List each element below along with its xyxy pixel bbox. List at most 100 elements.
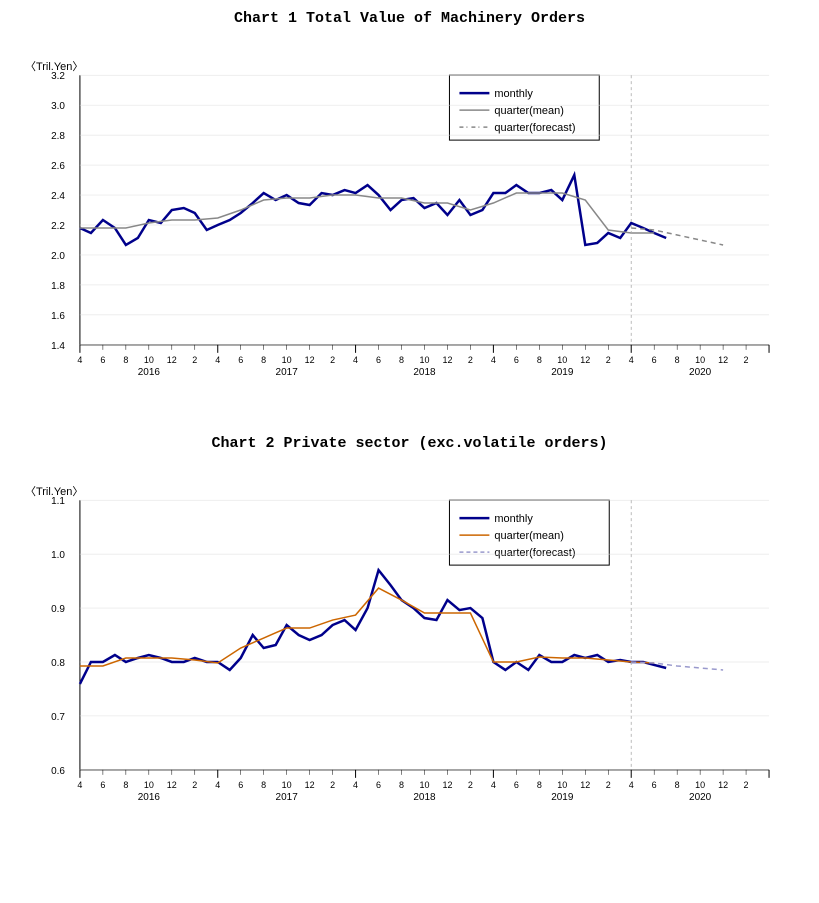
- svg-text:4: 4: [77, 355, 82, 365]
- svg-text:8: 8: [123, 355, 128, 365]
- svg-text:1.4: 1.4: [51, 341, 65, 352]
- svg-text:12: 12: [580, 780, 590, 790]
- svg-text:2018: 2018: [413, 367, 436, 378]
- svg-text:12: 12: [305, 355, 315, 365]
- svg-text:8: 8: [675, 355, 680, 365]
- chart1-area: 〈Tril.Yen〉 monthly quarter(mean) quarter…: [20, 35, 799, 415]
- svg-text:4: 4: [353, 780, 358, 790]
- svg-text:3.2: 3.2: [51, 71, 65, 82]
- svg-text:6: 6: [100, 355, 105, 365]
- svg-text:2.6: 2.6: [51, 161, 65, 172]
- svg-text:12: 12: [718, 780, 728, 790]
- svg-text:2: 2: [468, 355, 473, 365]
- chart1-wrapper: Chart 1 Total Value of Machinery Orders …: [20, 10, 799, 415]
- svg-text:1.8: 1.8: [51, 281, 65, 292]
- chart-separator: [20, 415, 799, 435]
- chart1-quarter-forecast-line: [631, 228, 723, 245]
- svg-text:12: 12: [718, 355, 728, 365]
- svg-text:2: 2: [192, 780, 197, 790]
- svg-text:2019: 2019: [551, 367, 574, 378]
- svg-text:6: 6: [238, 780, 243, 790]
- svg-text:4: 4: [629, 780, 634, 790]
- svg-text:10: 10: [695, 780, 705, 790]
- svg-text:4: 4: [629, 355, 634, 365]
- svg-text:12: 12: [580, 355, 590, 365]
- svg-text:8: 8: [261, 780, 266, 790]
- svg-text:2016: 2016: [138, 367, 161, 378]
- svg-text:8: 8: [537, 355, 542, 365]
- svg-text:4: 4: [491, 780, 496, 790]
- svg-text:2: 2: [744, 355, 749, 365]
- svg-text:8: 8: [675, 780, 680, 790]
- svg-text:1.6: 1.6: [51, 311, 65, 322]
- chart2-svg: 〈Tril.Yen〉 monthly quarter(mean) quarter…: [20, 460, 799, 840]
- chart2-legend-forecast: quarter(forecast): [494, 547, 575, 559]
- chart2-legend-monthly: monthly: [494, 513, 533, 525]
- svg-text:10: 10: [282, 355, 292, 365]
- svg-text:10: 10: [695, 355, 705, 365]
- svg-text:0.8: 0.8: [51, 658, 65, 669]
- svg-text:12: 12: [167, 355, 177, 365]
- svg-text:6: 6: [376, 355, 381, 365]
- svg-text:2017: 2017: [276, 367, 299, 378]
- svg-text:2020: 2020: [689, 792, 712, 803]
- svg-text:12: 12: [167, 780, 177, 790]
- svg-text:2: 2: [468, 780, 473, 790]
- chart1-svg: 〈Tril.Yen〉 monthly quarter(mean) quarter…: [20, 35, 799, 415]
- svg-text:1.1: 1.1: [51, 496, 65, 507]
- svg-text:4: 4: [215, 355, 220, 365]
- svg-text:2016: 2016: [138, 792, 161, 803]
- svg-text:6: 6: [238, 355, 243, 365]
- svg-text:0.6: 0.6: [51, 766, 65, 777]
- svg-text:2.8: 2.8: [51, 131, 65, 142]
- chart2-wrapper: Chart 2 Private sector (exc.volatile ord…: [20, 435, 799, 840]
- svg-text:12: 12: [305, 780, 315, 790]
- chart2-quarter-mean-line: [80, 588, 654, 666]
- svg-text:3.0: 3.0: [51, 101, 65, 112]
- svg-text:6: 6: [514, 355, 519, 365]
- svg-text:2.4: 2.4: [51, 191, 65, 202]
- svg-text:8: 8: [261, 355, 266, 365]
- svg-text:6: 6: [514, 780, 519, 790]
- svg-text:6: 6: [376, 780, 381, 790]
- svg-text:10: 10: [144, 355, 154, 365]
- svg-text:2: 2: [330, 355, 335, 365]
- svg-text:4: 4: [353, 355, 358, 365]
- svg-text:10: 10: [419, 355, 429, 365]
- svg-text:12: 12: [442, 780, 452, 790]
- svg-text:6: 6: [652, 780, 657, 790]
- svg-text:2: 2: [606, 355, 611, 365]
- svg-text:1.0: 1.0: [51, 550, 65, 561]
- svg-text:8: 8: [537, 780, 542, 790]
- svg-text:8: 8: [123, 780, 128, 790]
- chart2-quarter-forecast-line: [631, 662, 723, 670]
- svg-text:10: 10: [144, 780, 154, 790]
- svg-text:2017: 2017: [276, 792, 299, 803]
- chart1-legend-monthly: monthly: [494, 88, 533, 100]
- svg-text:2: 2: [330, 780, 335, 790]
- svg-text:2018: 2018: [413, 792, 436, 803]
- svg-text:8: 8: [399, 780, 404, 790]
- svg-text:6: 6: [100, 780, 105, 790]
- svg-text:4: 4: [491, 355, 496, 365]
- svg-text:8: 8: [399, 355, 404, 365]
- chart1-legend-forecast: quarter(forecast): [494, 122, 575, 134]
- chart1-monthly-line: [80, 175, 666, 245]
- svg-text:4: 4: [215, 780, 220, 790]
- svg-text:10: 10: [282, 780, 292, 790]
- chart2-monthly-line: [80, 570, 666, 684]
- chart2-area: 〈Tril.Yen〉 monthly quarter(mean) quarter…: [20, 460, 799, 840]
- chart2-legend-mean: quarter(mean): [494, 530, 564, 542]
- svg-text:2: 2: [744, 780, 749, 790]
- svg-text:6: 6: [652, 355, 657, 365]
- svg-text:2.2: 2.2: [51, 221, 65, 232]
- page-wrapper: Chart 1 Total Value of Machinery Orders …: [0, 0, 819, 850]
- svg-text:0.7: 0.7: [51, 712, 65, 723]
- chart2-title: Chart 2 Private sector (exc.volatile ord…: [20, 435, 799, 452]
- svg-text:0.9: 0.9: [51, 604, 65, 615]
- svg-text:10: 10: [557, 355, 567, 365]
- svg-text:2.0: 2.0: [51, 251, 65, 262]
- svg-text:2: 2: [606, 780, 611, 790]
- svg-text:12: 12: [442, 355, 452, 365]
- svg-text:2: 2: [192, 355, 197, 365]
